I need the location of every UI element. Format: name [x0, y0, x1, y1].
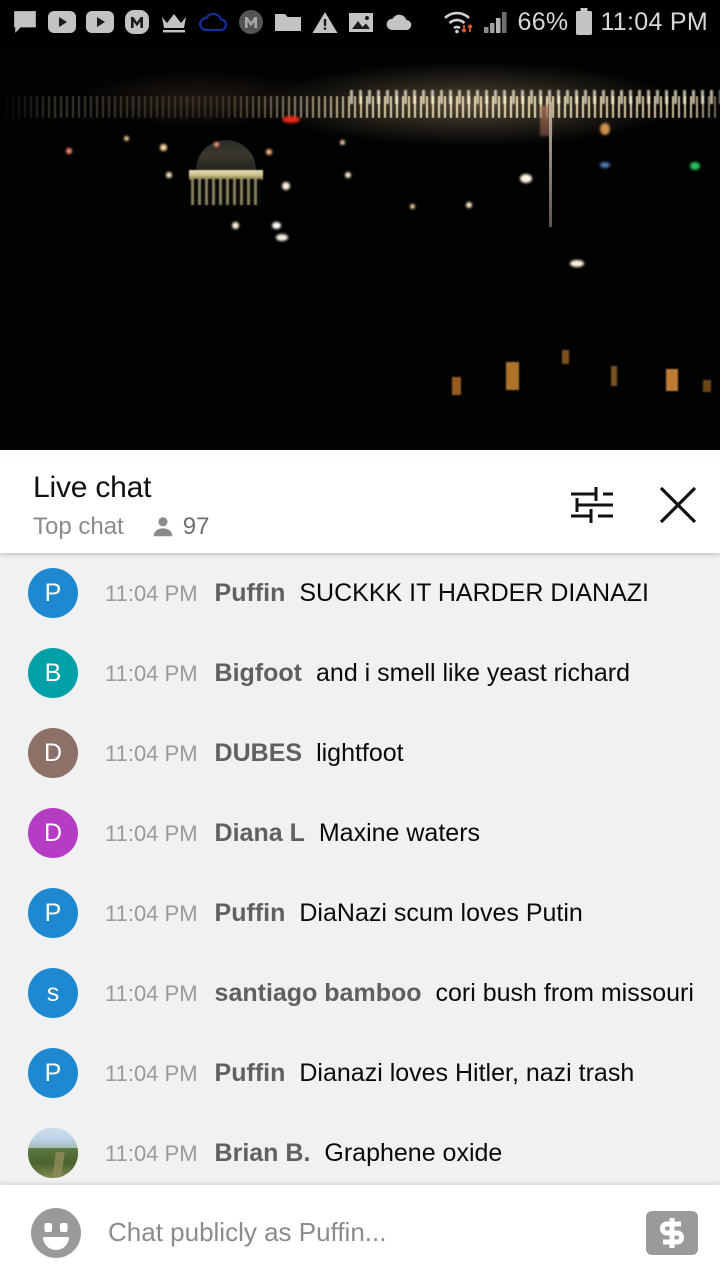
- message-author[interactable]: Puffin: [215, 579, 286, 608]
- message-text: lightfoot: [316, 738, 404, 767]
- chat-message-row[interactable]: P 11:04 PM Puffin SUCKKK IT HARDER DIANAZI: [0, 553, 720, 633]
- chat-message-row[interactable]: D 11:04 PM Diana L Maxine waters: [0, 793, 720, 873]
- jefferson-memorial: [185, 140, 267, 206]
- image-icon: [349, 12, 373, 32]
- chat-message-row[interactable]: B 11:04 PM Bigfoot and i smell like yeast r…: [0, 633, 720, 713]
- city-skyline-lights-far: [350, 90, 720, 104]
- viewer-count-label: 97: [182, 513, 210, 540]
- message-text: SUCKKK IT HARDER DIANAZI: [299, 578, 649, 607]
- viewer-count-group: 97: [150, 513, 210, 541]
- chat-settings-button[interactable]: [568, 481, 616, 529]
- live-chat-header: Live chat Top chat 97: [0, 457, 720, 553]
- message-timestamp: 11:04 PM: [105, 900, 198, 926]
- message-bubble-icon: [14, 11, 36, 33]
- chat-message-body: 11:04 PM Puffin SUCKKK IT HARDER DIANAZI: [105, 579, 649, 608]
- message-timestamp: 11:04 PM: [105, 980, 198, 1006]
- message-timestamp: 11:04 PM: [105, 820, 198, 846]
- status-bar-system-icons: 66% 11:04 PM: [442, 8, 720, 37]
- chat-message-body: 11:04 PM Brian B. Graphene oxide: [105, 1139, 502, 1168]
- message-text: and i smell like yeast richard: [316, 658, 631, 687]
- video-player[interactable]: [0, 44, 720, 450]
- chat-mode-label[interactable]: Top chat: [33, 513, 124, 541]
- message-timestamp: 11:04 PM: [105, 1060, 198, 1086]
- super-chat-button[interactable]: [646, 1210, 698, 1255]
- chat-message-list[interactable]: P 11:04 PM Puffin SUCKKK IT HARDER DIANAZI B…: [0, 553, 720, 1185]
- status-bar: 66% 11:04 PM: [0, 0, 720, 44]
- chat-message-body: 11:04 PM santiago bamboo cori bush from mi…: [105, 979, 694, 1008]
- chat-header-actions: [568, 457, 702, 553]
- folder-icon: [275, 14, 301, 31]
- emoji-smiley-icon[interactable]: [30, 1207, 82, 1259]
- message-timestamp: 11:04 PM: [105, 1140, 198, 1166]
- chat-message-row[interactable]: D 11:04 PM DUBES lightfoot: [0, 713, 720, 793]
- avatar[interactable]: [28, 1128, 78, 1178]
- chat-subheader: Top chat 97: [33, 513, 209, 541]
- chat-message-body: 11:04 PM DUBES lightfoot: [105, 739, 404, 768]
- status-bar-notification-icons: [0, 9, 442, 35]
- message-author[interactable]: Puffin: [215, 1059, 286, 1088]
- chat-message-body: 11:04 PM Bigfoot and i smell like yeast ri…: [105, 659, 630, 688]
- cloud-filled-icon: [386, 14, 412, 31]
- message-text: DiaNazi scum loves Putin: [299, 898, 583, 927]
- message-author[interactable]: santiago bamboo: [215, 979, 422, 1008]
- dollar-sign-icon: [659, 1217, 685, 1248]
- message-timestamp: 11:04 PM: [105, 660, 198, 686]
- message-timestamp: 11:04 PM: [105, 740, 198, 766]
- message-author[interactable]: Brian B.: [215, 1139, 311, 1168]
- chat-input[interactable]: [108, 1217, 630, 1248]
- avatar[interactable]: s: [28, 968, 78, 1018]
- wifi-transfer-icon: [443, 11, 473, 34]
- chat-message-row[interactable]: P 11:04 PM Puffin DiaNazi scum loves Putin: [0, 873, 720, 953]
- chat-message-body: 11:04 PM Puffin Dianazi loves Hitler, nazi…: [105, 1059, 634, 1088]
- flagpole: [549, 102, 552, 227]
- crown-icon: [162, 14, 186, 33]
- battery-percent-label: 66%: [517, 7, 569, 36]
- chat-message-row[interactable]: 11:04 PM Brian B. Graphene oxide: [0, 1113, 720, 1185]
- message-author[interactable]: DUBES: [215, 739, 303, 768]
- avatar[interactable]: P: [28, 568, 78, 618]
- warning-triangle-icon: [312, 11, 338, 33]
- person-icon: [153, 517, 173, 537]
- close-chat-button[interactable]: [654, 481, 702, 529]
- avatar[interactable]: P: [28, 1048, 78, 1098]
- avatar[interactable]: D: [28, 728, 78, 778]
- cloud-outline-icon: [199, 12, 228, 32]
- m-badge-icon: [125, 10, 149, 34]
- message-timestamp: 11:04 PM: [105, 580, 198, 606]
- avatar[interactable]: D: [28, 808, 78, 858]
- clock-label: 11:04 PM: [600, 7, 708, 36]
- youtube-play-icon: [48, 11, 76, 33]
- avatar[interactable]: B: [28, 648, 78, 698]
- message-text: Graphene oxide: [324, 1138, 503, 1167]
- page-title: Live chat: [33, 471, 152, 504]
- message-text: cori bush from missouri: [435, 978, 694, 1007]
- message-author[interactable]: Bigfoot: [215, 659, 302, 688]
- chat-message-row[interactable]: P 11:04 PM Puffin Dianazi loves Hitler, naz…: [0, 1033, 720, 1113]
- message-author[interactable]: Puffin: [215, 899, 286, 928]
- message-text: Maxine waters: [318, 818, 481, 847]
- chat-message-body: 11:04 PM Puffin DiaNazi scum loves Putin: [105, 899, 583, 928]
- phone-screen: 66% 11:04 PM Live chat Top chat 97 P 11:…: [0, 0, 720, 1280]
- youtube-play-icon-2: [86, 11, 114, 33]
- message-text: Dianazi loves Hitler, nazi trash: [299, 1058, 635, 1087]
- chat-message-row[interactable]: s 11:04 PM santiago bamboo cori bush from m…: [0, 953, 720, 1033]
- chat-input-bar: [0, 1185, 720, 1280]
- avatar[interactable]: P: [28, 888, 78, 938]
- message-author[interactable]: Diana L: [215, 819, 305, 848]
- tune-sliders-icon: [571, 487, 613, 523]
- m-circle-gray-icon: [239, 10, 263, 34]
- cell-signal-icon: [483, 12, 506, 33]
- close-x-icon: [659, 486, 697, 524]
- chat-message-body: 11:04 PM Diana L Maxine waters: [105, 819, 480, 848]
- battery-icon: [576, 8, 593, 35]
